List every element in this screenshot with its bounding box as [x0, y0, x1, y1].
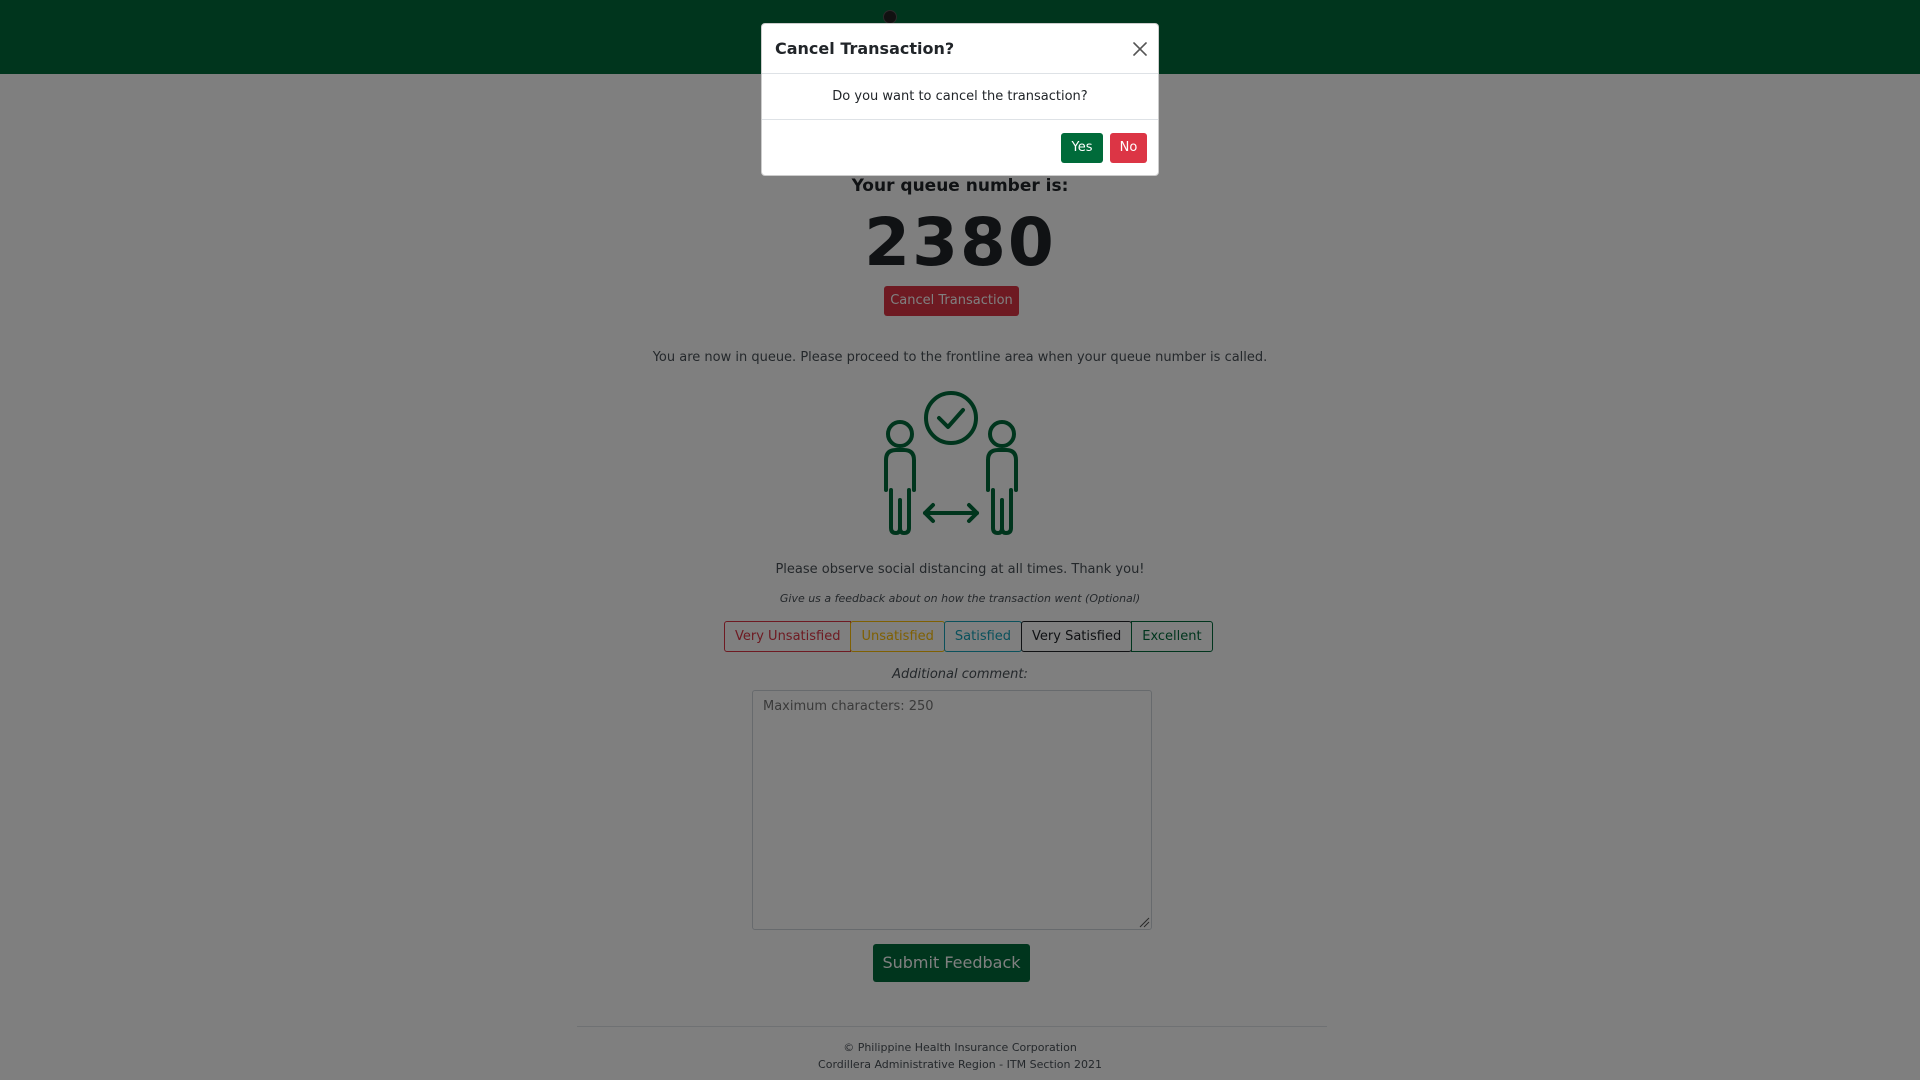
modal-title: Cancel Transaction? [775, 39, 955, 58]
cancel-transaction-modal: Cancel Transaction? Do you want to cance… [761, 23, 1159, 176]
close-icon[interactable] [1132, 41, 1148, 57]
yes-button[interactable]: Yes [1061, 133, 1103, 163]
no-button[interactable]: No [1110, 133, 1147, 163]
modal-header: Cancel Transaction? [762, 24, 1158, 74]
modal-body-text: Do you want to cancel the transaction? [762, 74, 1158, 120]
